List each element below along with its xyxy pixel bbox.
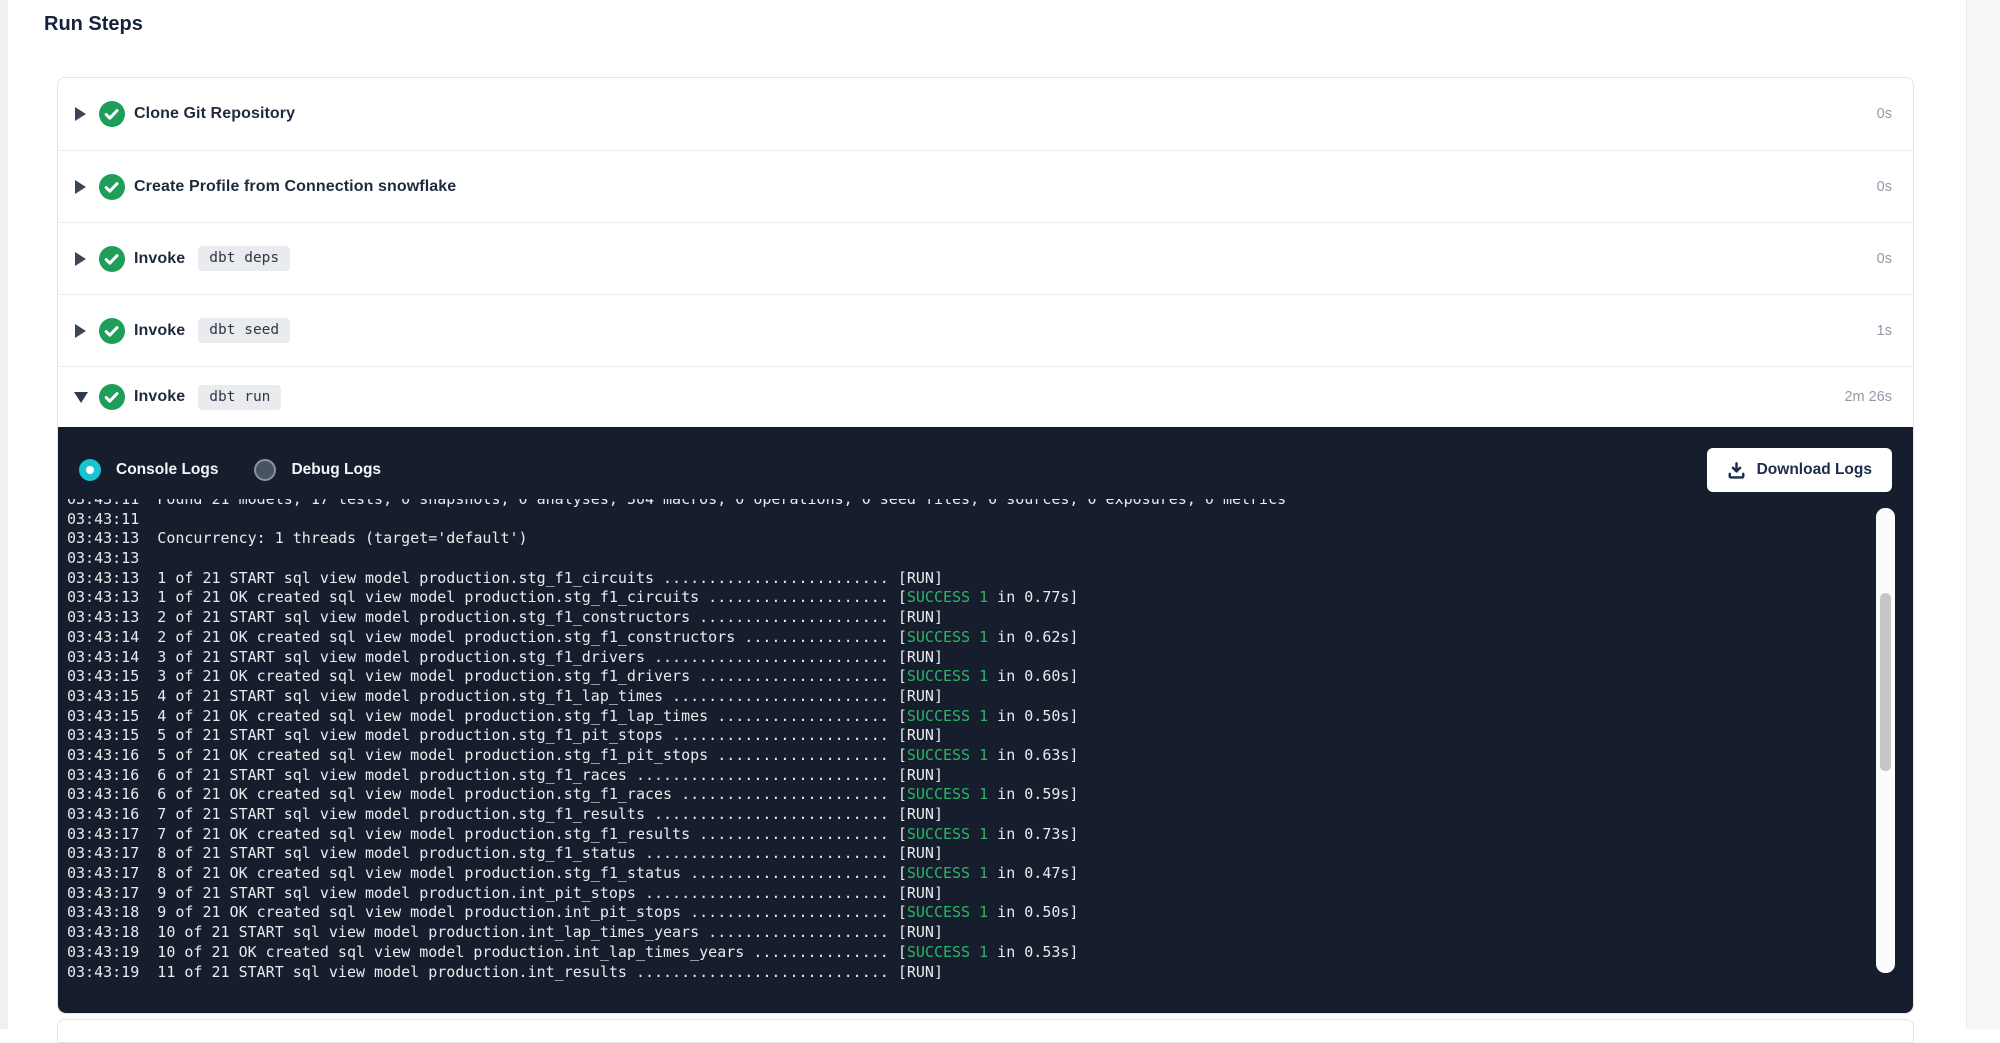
download-icon [1727,461,1746,480]
step-command-badge: dbt run [198,385,281,410]
log-line: 03:43:19 11 of 21 START sql view model p… [67,963,1913,983]
log-scrollbar-thumb[interactable] [1880,593,1891,771]
log-line: 03:43:18 10 of 21 START sql view model p… [67,923,1913,943]
log-line: 03:43:15 3 of 21 OK created sql view mod… [67,667,1913,687]
step-row-invoke-dbt-deps[interactable]: Invoke dbt deps 0s [58,222,1913,294]
log-line: 03:43:11 [67,510,1913,530]
download-logs-button[interactable]: Download Logs [1707,448,1892,492]
chevron-right-icon[interactable] [74,324,87,338]
success-check-icon [99,246,125,272]
step-duration: 0s [1877,251,1892,267]
log-scrollbar-track[interactable] [1876,508,1895,973]
chevron-down-icon[interactable] [74,392,87,403]
page-right-gutter [1966,0,2000,1029]
step-title: Create Profile from Connection snowflake [134,178,456,196]
chevron-right-icon[interactable] [74,107,87,121]
step-duration: 1s [1877,323,1892,339]
log-line: 03:43:17 8 of 21 OK created sql view mod… [67,864,1913,884]
step-duration: 2m 26s [1844,389,1892,405]
log-line: 03:43:14 2 of 21 OK created sql view mod… [67,628,1913,648]
log-line: 03:43:15 5 of 21 START sql view model pr… [67,726,1913,746]
log-line: 03:43:13 1 of 21 START sql view model pr… [67,569,1913,589]
success-check-icon [99,384,125,410]
log-line: 03:43:13 2 of 21 START sql view model pr… [67,608,1913,628]
log-line: 03:43:17 9 of 21 START sql view model pr… [67,884,1913,904]
log-line: 03:43:11 Found 21 models, 17 tests, 0 sn… [67,499,1913,510]
log-line: 03:43:13 Concurrency: 1 threads (target=… [67,529,1913,549]
log-line: 03:43:13 1 of 21 OK created sql view mod… [67,588,1913,608]
chevron-right-icon[interactable] [74,180,87,194]
page-left-gutter [0,0,8,1029]
log-toolbar: Console Logs Debug Logs Download Logs [58,427,1913,493]
step-command-badge: dbt seed [198,318,290,343]
step-title: Invoke [134,322,185,340]
step-row-invoke-dbt-seed[interactable]: Invoke dbt seed 1s [58,294,1913,366]
page-title: Run Steps [44,10,143,38]
log-line: 03:43:15 4 of 21 START sql view model pr… [67,687,1913,707]
log-line: 03:43:17 7 of 21 OK created sql view mod… [67,825,1913,845]
log-line: 03:43:16 7 of 21 START sql view model pr… [67,805,1913,825]
log-panel: Console Logs Debug Logs Download Logs 03… [58,427,1913,1013]
step-duration: 0s [1877,179,1892,195]
log-lines: 03:43:11 Found 21 models, 17 tests, 0 sn… [58,499,1913,982]
log-line: 03:43:19 10 of 21 OK created sql view mo… [67,943,1913,963]
debug-logs-label: Debug Logs [291,461,381,479]
radio-selected-icon[interactable] [79,459,101,481]
success-check-icon [99,101,125,127]
radio-unselected-icon[interactable] [254,459,276,481]
log-line: 03:43:16 6 of 21 START sql view model pr… [67,766,1913,786]
debug-logs-radio[interactable]: Debug Logs [254,459,381,481]
step-title: Invoke [134,250,185,268]
download-logs-label: Download Logs [1757,461,1872,479]
step-title: Clone Git Repository [134,105,295,123]
run-steps-card: Clone Git Repository 0s Create Profile f… [57,77,1914,1014]
log-line: 03:43:16 5 of 21 OK created sql view mod… [67,746,1913,766]
console-log-output[interactable]: 03:43:11 Found 21 models, 17 tests, 0 sn… [58,499,1913,1013]
log-line: 03:43:17 8 of 21 START sql view model pr… [67,844,1913,864]
console-logs-label: Console Logs [116,461,218,479]
success-check-icon [99,318,125,344]
log-line: 03:43:16 6 of 21 OK created sql view mod… [67,785,1913,805]
step-row-clone-git-repository[interactable]: Clone Git Repository 0s [58,78,1913,150]
next-card-partial [57,1019,1914,1043]
step-row-invoke-dbt-run[interactable]: Invoke dbt run 2m 26s [58,366,1913,427]
step-command-badge: dbt deps [198,246,290,271]
step-title: Invoke [134,388,185,406]
run-steps-page: Run Steps Clone Git Repository 0s Create… [0,0,2000,1029]
success-check-icon [99,174,125,200]
chevron-right-icon[interactable] [74,252,87,266]
console-logs-radio[interactable]: Console Logs [79,459,218,481]
step-row-create-profile[interactable]: Create Profile from Connection snowflake… [58,150,1913,222]
log-line: 03:43:15 4 of 21 OK created sql view mod… [67,707,1913,727]
step-duration: 0s [1877,106,1892,122]
log-line: 03:43:13 [67,549,1913,569]
log-line: 03:43:18 9 of 21 OK created sql view mod… [67,903,1913,923]
log-line: 03:43:14 3 of 21 START sql view model pr… [67,648,1913,668]
